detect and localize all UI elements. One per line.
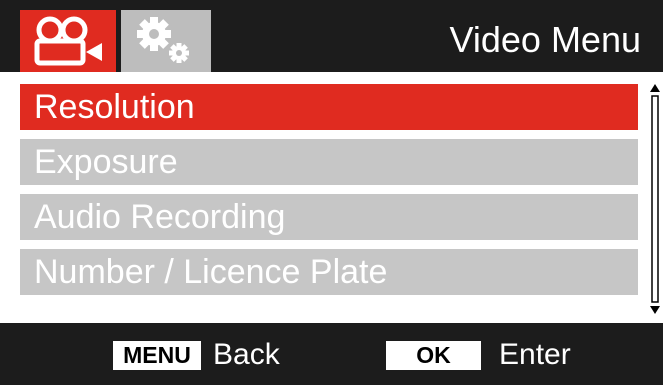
scroll-down-arrow-icon[interactable] <box>650 306 660 314</box>
menu-item-licence-plate[interactable]: Number / Licence Plate <box>20 249 638 295</box>
menu-item-audio-recording[interactable]: Audio Recording <box>20 194 638 240</box>
page-title: Video Menu <box>449 19 641 60</box>
tab-video[interactable] <box>20 10 116 72</box>
menu-item-resolution[interactable]: Resolution <box>20 84 638 130</box>
back-label: Back <box>213 338 280 371</box>
tab-settings[interactable] <box>121 10 211 72</box>
ok-key-badge: OK <box>386 341 481 370</box>
scroll-up-arrow-icon[interactable] <box>650 84 660 92</box>
enter-label: Enter <box>499 338 571 371</box>
menu-key-badge: MENU <box>113 341 201 370</box>
gears-icon <box>137 17 189 63</box>
menu-list: Resolution Exposure Audio Recording Numb… <box>20 84 638 304</box>
scroll-track[interactable] <box>651 95 659 303</box>
menu-item-exposure[interactable]: Exposure <box>20 139 638 185</box>
footer-bar: MENU Back OK Enter <box>0 323 663 385</box>
scrollbar[interactable] <box>648 84 662 314</box>
header-bar: Video Menu <box>0 0 663 72</box>
video-camera-icon <box>34 16 102 66</box>
